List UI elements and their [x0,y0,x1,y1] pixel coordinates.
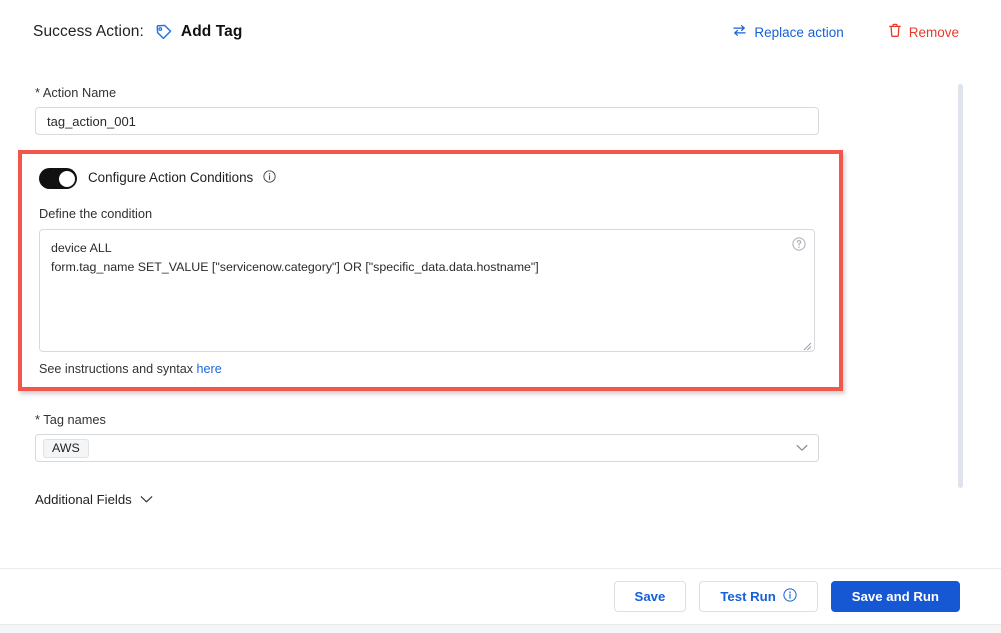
toggle-knob [58,170,75,187]
vertical-scrollbar[interactable] [958,84,963,488]
replace-action-label: Replace action [754,24,844,40]
replace-action-button[interactable]: Replace action [732,24,844,40]
question-circle-icon[interactable] [792,237,806,256]
condition-textarea[interactable] [39,229,815,352]
action-name-field-group: * Action Name [35,85,819,135]
test-run-button[interactable]: Test Run [699,581,818,612]
remove-action-label: Remove [908,24,959,40]
success-action-label: Success Action: [33,23,144,40]
configure-action-conditions-panel: Configure Action Conditions Define the c… [18,150,843,391]
configure-conditions-label: Configure Action Conditions [88,170,254,185]
test-run-button-label: Test Run [720,589,776,604]
chevron-down-icon[interactable] [796,439,808,457]
condition-instructions-note: See instructions and syntax here [39,362,839,376]
save-button-label: Save [634,589,666,604]
swap-arrows-icon [732,24,747,40]
configure-conditions-toggle[interactable] [39,168,77,189]
condition-instructions-link[interactable]: here [197,362,222,376]
additional-fields-toggle[interactable]: Additional Fields [35,492,153,507]
info-circle-icon[interactable] [263,170,276,188]
header-actions: Replace action Remove [732,23,959,41]
configure-conditions-toggle-row: Configure Action Conditions [39,168,839,189]
action-name-label: * Action Name [35,85,117,100]
tag-names-field-group: * Tag names AWS [35,412,819,462]
save-and-run-button-label: Save and Run [851,589,939,604]
page-title: Add Tag [180,23,243,40]
panel-header: Success Action: Add Tag Replace action R… [0,16,1001,48]
additional-fields-label: Additional Fields [35,492,132,507]
tag-icon [154,23,173,42]
remove-action-button[interactable]: Remove [888,23,959,41]
tag-names-select[interactable]: AWS [35,434,819,462]
condition-editor-wrap [39,229,815,352]
action-editor-panel: Success Action: Add Tag Replace action R… [0,0,1001,633]
page-bottom-strip [0,624,1001,633]
action-name-input[interactable] [35,107,819,135]
footer-actions: Save Test Run Save and Run [0,569,1001,624]
tag-names-label: * Tag names [35,412,106,427]
info-circle-icon [783,588,797,605]
save-button[interactable]: Save [613,581,687,612]
define-condition-label: Define the condition [39,206,153,221]
save-and-run-button[interactable]: Save and Run [830,581,960,612]
configure-conditions-label-group: Configure Action Conditions [88,169,276,188]
header-title-group: Success Action: Add Tag [33,23,242,42]
tag-names-selected-chip[interactable]: AWS [43,438,89,458]
chevron-down-icon [140,492,153,507]
condition-instructions-text: See instructions and syntax [39,362,197,376]
trash-icon [888,23,902,41]
